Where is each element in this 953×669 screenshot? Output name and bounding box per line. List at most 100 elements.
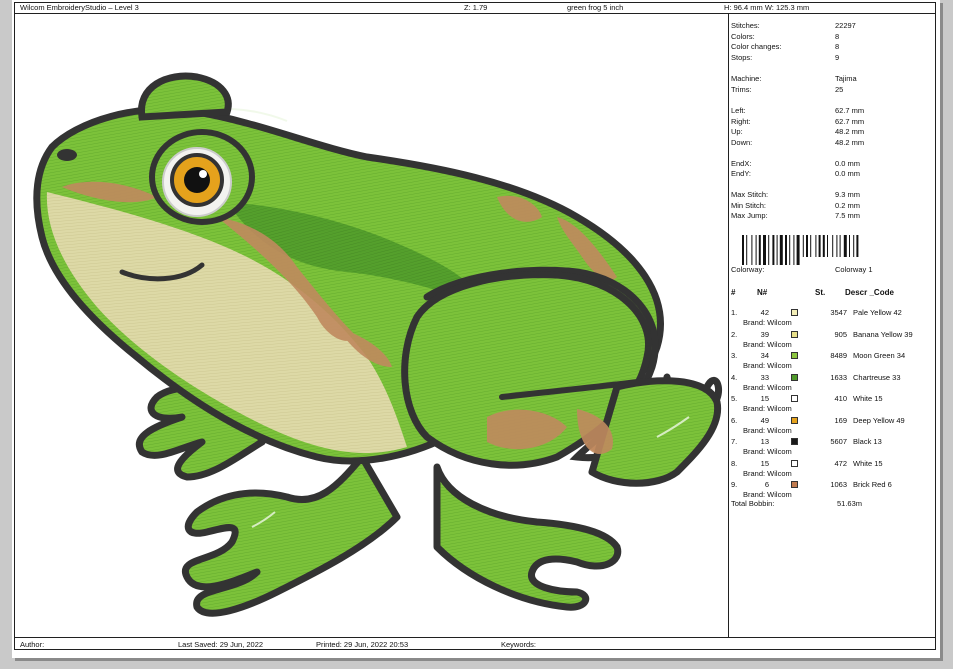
barcode-bar	[810, 235, 812, 257]
barcode-bar	[856, 235, 859, 257]
stat-value: 8	[835, 31, 840, 41]
stat-value: 0.0 mm	[835, 158, 861, 168]
thread-brand: Brand: Wilcom	[743, 404, 792, 413]
zoom-level: Z: 1.79	[464, 3, 488, 12]
stat-label: Left:	[731, 105, 746, 115]
color-number: 49	[760, 415, 769, 425]
stat-value: 8	[835, 42, 840, 51]
color-table-row: 4. 33 1633 Chartreuse 33 Brand: Wilcom	[731, 373, 926, 393]
barcode-bar	[806, 235, 808, 257]
stat-value: 7.5 mm	[835, 211, 861, 220]
design-name: green frog 5 inch	[567, 3, 624, 12]
stat-label: Down:	[731, 137, 753, 147]
thread-brand: Brand: Wilcom	[743, 447, 792, 456]
barcode-bar	[832, 235, 834, 257]
thread-description: White 15	[853, 458, 883, 468]
eye-bump	[138, 72, 232, 121]
color-swatch	[791, 438, 798, 445]
barcode-bar	[768, 235, 770, 265]
footer-last-saved: Last Saved: 29 Jun, 2022	[178, 640, 264, 649]
stat-row: EndY: 0.0 mm	[731, 169, 926, 179]
color-index: 3.	[731, 351, 738, 360]
stat-label: Colors:	[731, 31, 755, 41]
color-index: 2.	[731, 329, 738, 339]
barcode-bar	[789, 235, 791, 265]
barcode-bar	[796, 235, 800, 265]
thread-description: Pale Yellow 42	[853, 308, 902, 317]
color-number: 33	[760, 372, 769, 382]
barcode-bar	[818, 235, 821, 257]
color-swatch	[791, 309, 798, 316]
color-table-row: 5. 15 410 White 15 Brand: Wilcom	[731, 394, 926, 414]
stitch-count: 5607	[830, 437, 847, 446]
barcode-bar	[815, 235, 817, 257]
barcode-bar	[849, 235, 850, 257]
barcode-bar	[843, 235, 847, 257]
color-swatch	[791, 330, 798, 338]
stat-label: Stops:	[731, 52, 753, 62]
color-table-row: 7. 13 5607 Black 13 Brand: Wilcom	[731, 437, 926, 457]
color-index: 6.	[731, 415, 738, 425]
barcode-bar	[742, 235, 744, 265]
footer-printed: Printed: 29 Jun, 2022 20:53	[316, 640, 409, 649]
stitch-count: 472	[834, 458, 847, 468]
stat-value: 48.2 mm	[835, 127, 865, 136]
barcode-bar	[785, 235, 787, 265]
stat-label: Min Stitch:	[731, 200, 767, 210]
barcode-bar	[755, 235, 757, 265]
stat-row: Trims: 25	[731, 85, 926, 95]
stat-value: 62.7 mm	[835, 105, 865, 115]
thread-brand: Brand: Wilcom	[743, 468, 792, 478]
stitch-count: 169	[834, 415, 847, 425]
nostril	[57, 149, 77, 161]
stat-value: Tajima	[835, 73, 857, 83]
stitch-count: 8489	[830, 351, 847, 360]
stat-value: 48.2 mm	[835, 137, 865, 147]
color-swatch	[791, 416, 798, 424]
color-index: 1.	[731, 308, 738, 317]
design-barcode	[742, 235, 859, 265]
color-swatch	[791, 352, 798, 359]
color-table-row: 2. 39 905 Banana Yellow 39 Brand: Wilcom	[731, 330, 926, 350]
color-index: 9.	[731, 480, 738, 489]
stitch-count: 410	[834, 394, 847, 403]
thread-description: Brick Red 6	[853, 480, 892, 489]
thread-brand: Brand: Wilcom	[743, 382, 792, 392]
barcode-bar	[763, 235, 766, 265]
app-title: Wilcom EmbroideryStudio – Level 3	[20, 3, 139, 12]
stat-label: Right:	[731, 116, 751, 126]
color-number: 42	[760, 308, 769, 317]
embroidery-design-preview	[33, 72, 723, 617]
thread-description: Deep Yellow 49	[853, 415, 905, 425]
stat-label: Max Stitch:	[731, 190, 769, 199]
barcode-bar	[822, 235, 825, 257]
color-table-row: 6. 49 169 Deep Yellow 49 Brand: Wilcom	[731, 416, 926, 436]
total-bobbin-label: Total Bobbin:	[731, 499, 775, 508]
stat-label: Max Jump:	[731, 211, 768, 220]
color-number: 34	[760, 351, 769, 360]
header-divider	[14, 13, 936, 14]
colorway-value: Colorway 1	[835, 265, 873, 274]
color-number: 15	[760, 458, 769, 468]
thread-brand: Brand: Wilcom	[743, 318, 792, 327]
col-index-header: #	[731, 288, 736, 297]
stat-row: Stitches: 22297	[731, 21, 926, 31]
thread-brand: Brand: Wilcom	[743, 339, 792, 349]
stat-label: EndY:	[731, 169, 752, 178]
barcode-bar	[839, 235, 841, 257]
stat-value: 25	[835, 84, 844, 94]
color-index: 4.	[731, 372, 738, 382]
design-size: H: 96.4 mm W: 125.3 mm	[724, 3, 810, 12]
stat-value: 62.7 mm	[835, 116, 865, 126]
barcode-bar	[853, 235, 855, 257]
frog-eye	[149, 129, 255, 225]
thread-brand: Brand: Wilcom	[743, 361, 792, 370]
thread-brand: Brand: Wilcom	[743, 490, 792, 499]
barcode-bar	[751, 235, 753, 265]
colorway-row: Colorway: Colorway 1	[731, 265, 926, 275]
stitch-count: 3547	[830, 308, 847, 317]
color-table-row: 3. 34 8489 Moon Green 34 Brand: Wilcom	[731, 351, 926, 371]
color-index: 7.	[731, 437, 738, 446]
stat-row: EndX: 0.0 mm	[731, 159, 926, 169]
barcode-bar	[793, 235, 795, 265]
